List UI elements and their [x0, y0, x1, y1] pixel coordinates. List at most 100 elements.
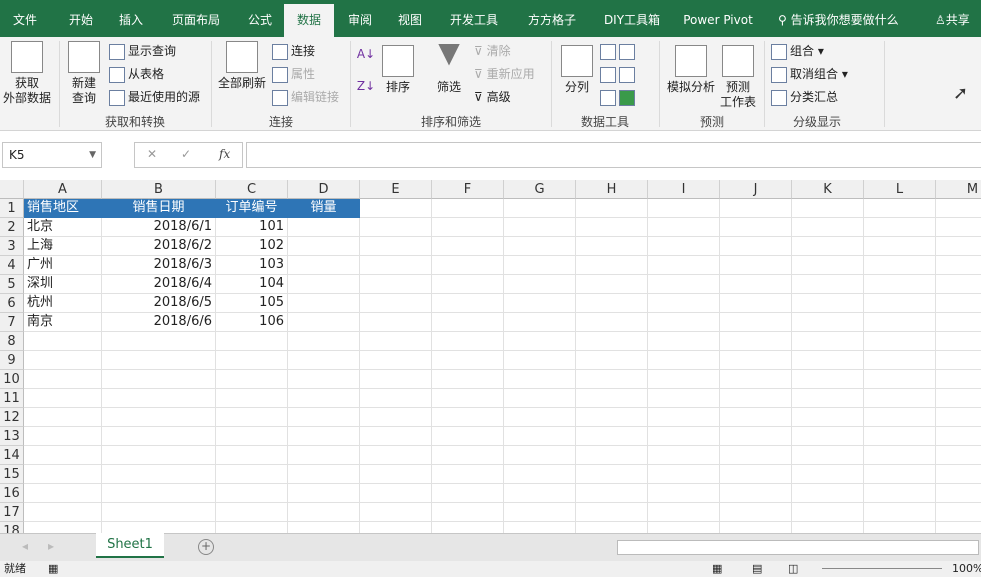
cell-K8[interactable]: [792, 332, 864, 351]
cell-M11[interactable]: [936, 389, 981, 408]
column-header-A[interactable]: A: [24, 180, 102, 199]
cell-E5[interactable]: [360, 275, 432, 294]
tab-0[interactable]: 文件: [0, 4, 50, 37]
row-header[interactable]: 11: [0, 389, 24, 408]
cell-H2[interactable]: [576, 218, 648, 237]
cell-F13[interactable]: [432, 427, 504, 446]
tab-1[interactable]: 开始: [55, 4, 107, 37]
cell-F15[interactable]: [432, 465, 504, 484]
cell-K5[interactable]: [792, 275, 864, 294]
cell-F10[interactable]: [432, 370, 504, 389]
cell-I12[interactable]: [648, 408, 720, 427]
row-header[interactable]: 8: [0, 332, 24, 351]
cell-B14[interactable]: [102, 446, 216, 465]
cell-J9[interactable]: [720, 351, 792, 370]
cell-D8[interactable]: [288, 332, 360, 351]
cell-K10[interactable]: [792, 370, 864, 389]
cell-E16[interactable]: [360, 484, 432, 503]
cell-B9[interactable]: [102, 351, 216, 370]
cell-A2[interactable]: 北京: [24, 218, 102, 237]
column-header-H[interactable]: H: [576, 180, 648, 199]
cell-L4[interactable]: [864, 256, 936, 275]
scroll-right-icon[interactable]: ▸: [48, 539, 54, 553]
cell-I18[interactable]: [648, 522, 720, 533]
cell-E10[interactable]: [360, 370, 432, 389]
tab-9[interactable]: 方方格子: [516, 4, 588, 37]
zoom-slider[interactable]: [822, 568, 942, 569]
cell-C3[interactable]: 102: [216, 237, 288, 256]
name-box[interactable]: K5 ▼: [2, 142, 102, 168]
cell-J7[interactable]: [720, 313, 792, 332]
ungroup-button[interactable]: 取消组合 ▾: [771, 64, 848, 84]
row-header[interactable]: 7: [0, 313, 24, 332]
cell-B6[interactable]: 2018/6/5: [102, 294, 216, 313]
cell-I11[interactable]: [648, 389, 720, 408]
cell-B17[interactable]: [102, 503, 216, 522]
cell-K1[interactable]: [792, 199, 864, 218]
cell-E17[interactable]: [360, 503, 432, 522]
cell-B10[interactable]: [102, 370, 216, 389]
cell-E8[interactable]: [360, 332, 432, 351]
cell-G15[interactable]: [504, 465, 576, 484]
enter-icon[interactable]: ✓: [181, 147, 191, 161]
cell-D5[interactable]: [288, 275, 360, 294]
tab-2[interactable]: 插入: [108, 4, 154, 37]
what-if-analysis-button[interactable]: 模拟分析: [664, 45, 718, 95]
cell-J12[interactable]: [720, 408, 792, 427]
horizontal-scrollbar[interactable]: [617, 540, 979, 555]
cell-C14[interactable]: [216, 446, 288, 465]
cell-D13[interactable]: [288, 427, 360, 446]
cell-K13[interactable]: [792, 427, 864, 446]
cell-H9[interactable]: [576, 351, 648, 370]
row-header[interactable]: 17: [0, 503, 24, 522]
cell-C13[interactable]: [216, 427, 288, 446]
cell-G3[interactable]: [504, 237, 576, 256]
cell-A11[interactable]: [24, 389, 102, 408]
cell-H6[interactable]: [576, 294, 648, 313]
tell-me-search[interactable]: ⚲ 告诉我你想要做什么: [778, 4, 899, 37]
page-break-icon[interactable]: ◫: [788, 561, 798, 577]
cell-M5[interactable]: [936, 275, 981, 294]
select-all-corner[interactable]: [0, 180, 24, 199]
cell-M8[interactable]: [936, 332, 981, 351]
cell-E11[interactable]: [360, 389, 432, 408]
cell-C5[interactable]: 104: [216, 275, 288, 294]
cell-F5[interactable]: [432, 275, 504, 294]
cell-G7[interactable]: [504, 313, 576, 332]
cell-I13[interactable]: [648, 427, 720, 446]
cell-I4[interactable]: [648, 256, 720, 275]
data-tools-icons-2[interactable]: [600, 64, 660, 84]
cell-D2[interactable]: [288, 218, 360, 237]
cell-D4[interactable]: [288, 256, 360, 275]
cell-C4[interactable]: 103: [216, 256, 288, 275]
cell-L14[interactable]: [864, 446, 936, 465]
cell-I5[interactable]: [648, 275, 720, 294]
cell-B5[interactable]: 2018/6/4: [102, 275, 216, 294]
cell-I7[interactable]: [648, 313, 720, 332]
advanced-button[interactable]: ⊽ 高级: [474, 87, 511, 107]
cell-E1[interactable]: [360, 199, 432, 218]
column-header-M[interactable]: M: [936, 180, 981, 199]
cell-M9[interactable]: [936, 351, 981, 370]
row-header[interactable]: 5: [0, 275, 24, 294]
cell-A12[interactable]: [24, 408, 102, 427]
properties-button[interactable]: 属性: [272, 64, 315, 84]
row-header[interactable]: 16: [0, 484, 24, 503]
cell-D12[interactable]: [288, 408, 360, 427]
cell-L5[interactable]: [864, 275, 936, 294]
sort-za-button[interactable]: Z↓: [356, 79, 376, 94]
cell-H15[interactable]: [576, 465, 648, 484]
row-header[interactable]: 13: [0, 427, 24, 446]
forecast-sheet-button[interactable]: 预测 工作表: [718, 45, 758, 110]
cell-G14[interactable]: [504, 446, 576, 465]
column-header-K[interactable]: K: [792, 180, 864, 199]
cell-F12[interactable]: [432, 408, 504, 427]
tab-4[interactable]: 公式: [238, 4, 282, 37]
cell-H17[interactable]: [576, 503, 648, 522]
cell-K12[interactable]: [792, 408, 864, 427]
cell-E9[interactable]: [360, 351, 432, 370]
cell-H16[interactable]: [576, 484, 648, 503]
cell-C15[interactable]: [216, 465, 288, 484]
cell-B1[interactable]: 销售日期: [102, 199, 216, 218]
add-sheet-icon[interactable]: +: [198, 539, 214, 555]
